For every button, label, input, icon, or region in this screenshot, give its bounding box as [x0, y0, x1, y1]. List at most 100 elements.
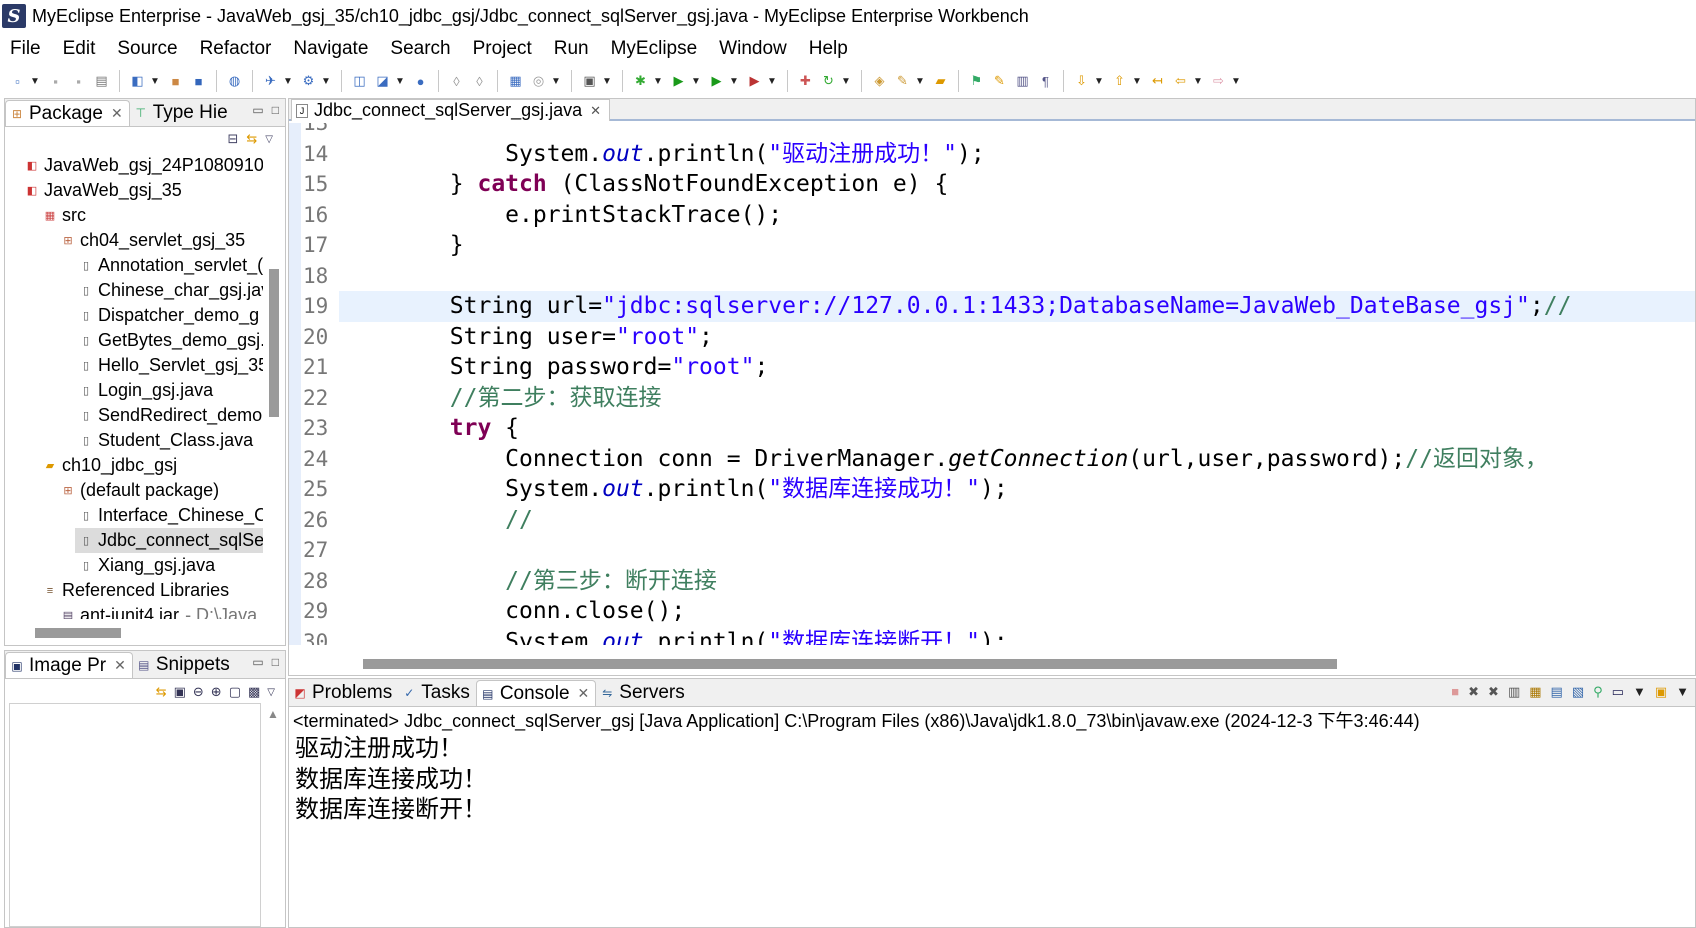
database-icon[interactable]: ◎	[529, 72, 548, 90]
block-selection-icon[interactable]: ▥	[1013, 72, 1032, 90]
tree-item[interactable]: ≡Referenced Libraries	[5, 578, 263, 603]
code-line[interactable]: System.out.println("数据库连接断开！");	[339, 627, 1695, 646]
display-console-icon[interactable]: ▭	[1612, 684, 1624, 700]
tree-item[interactable]: ▯Chinese_char_gsj.jav	[5, 278, 263, 303]
menu-refactor[interactable]: Refactor	[189, 38, 283, 60]
open-perspective-icon[interactable]: ◈	[870, 72, 889, 90]
code-line[interactable]: e.printStackTrace();	[339, 200, 1695, 231]
previous-annotation-icon[interactable]: ⇧	[1110, 72, 1129, 90]
code-area[interactable]: 131415161718192021222324252627282930 Cla…	[289, 123, 1695, 645]
terminate-icon[interactable]: ■	[1451, 684, 1459, 700]
open-folder-icon[interactable]: ▰	[931, 72, 950, 90]
chevron-down-icon[interactable]: ▼	[1633, 684, 1646, 700]
scroll-up-icon[interactable]: ▲	[267, 707, 279, 721]
view-menu-icon[interactable]: ▽	[265, 134, 273, 145]
xml-icon[interactable]: ◊	[447, 72, 466, 90]
forward-icon[interactable]: ⇨	[1209, 72, 1228, 90]
remove-launch-icon[interactable]: ✖	[1468, 684, 1479, 700]
code-line[interactable]: //第三步：断开连接	[339, 566, 1695, 597]
open-resource-icon[interactable]: ■	[189, 72, 208, 90]
chevron-down-icon[interactable]: ▼	[1231, 72, 1241, 90]
tree-item[interactable]: ▯Interface_Chinese_Cl	[5, 503, 263, 528]
next-annotation-icon[interactable]: ⇩	[1072, 72, 1091, 90]
mark-occurrences-icon[interactable]: ✎	[990, 72, 1009, 90]
close-icon[interactable]: ✕	[114, 657, 126, 674]
link-with-editor-icon[interactable]: ⇆	[246, 131, 257, 147]
search-tool-icon[interactable]: ✎	[893, 72, 912, 90]
open-console-icon[interactable]: ▣	[1655, 684, 1667, 700]
show-on-output-icon[interactable]: ▧	[1572, 684, 1584, 700]
run-icon[interactable]: ▶	[669, 72, 688, 90]
console-output[interactable]: 驱动注册成功！数据库连接成功！数据库连接断开！	[289, 733, 1695, 825]
globe-icon[interactable]: ●	[411, 72, 430, 90]
menu-search[interactable]: Search	[379, 38, 461, 60]
chevron-down-icon[interactable]: ▼	[283, 72, 293, 90]
run-config-icon[interactable]: ▶	[707, 72, 726, 90]
tree-item[interactable]: ▯Student_Class.java	[5, 428, 263, 453]
tab-servers[interactable]: ⇋Servers	[596, 680, 690, 706]
open-type-icon[interactable]: ■	[166, 72, 185, 90]
tree-item[interactable]: ◧JavaWeb_gsj_24P1080910	[5, 153, 263, 178]
image-icon[interactable]: ▣	[580, 72, 599, 90]
code-line[interactable]: try {	[339, 413, 1695, 444]
show-whitespace-icon[interactable]: ¶	[1036, 72, 1055, 90]
close-icon[interactable]: ✕	[111, 105, 123, 122]
uml-icon[interactable]: ▦	[506, 72, 525, 90]
code-text[interactable]: Class.forName(db_str);//通过字节码文件，直接加载类 Sy…	[339, 123, 1695, 645]
chevron-down-icon[interactable]: ▼	[1676, 684, 1689, 700]
chevron-down-icon[interactable]: ▼	[1193, 72, 1203, 90]
menu-file[interactable]: File	[0, 38, 52, 60]
tree-item[interactable]: ⊞(default package)	[5, 478, 263, 503]
code-line[interactable]: } catch (ClassNotFoundException e) {	[339, 169, 1695, 200]
back-icon[interactable]: ⇦	[1171, 72, 1190, 90]
scroll-lock-icon[interactable]: ▦	[1529, 684, 1541, 700]
print-icon[interactable]: ▤	[92, 72, 111, 90]
code-line[interactable]: System.out.println("数据库连接成功！");	[339, 474, 1695, 505]
save-icon[interactable]: ▪	[46, 72, 65, 90]
chevron-down-icon[interactable]: ▼	[1094, 72, 1104, 90]
menu-navigate[interactable]: Navigate	[282, 38, 379, 60]
external-tools-icon[interactable]: ▶	[745, 72, 764, 90]
refresh-icon[interactable]: ↻	[819, 72, 838, 90]
fit-window-icon[interactable]: ▩	[248, 684, 260, 700]
code-line[interactable]: String user="root";	[339, 322, 1695, 353]
tree-item[interactable]: ▤ant-junit4.jar- D:\Java	[5, 603, 263, 619]
schema-icon[interactable]: ◊	[470, 72, 489, 90]
debug-icon[interactable]: ✱	[631, 72, 650, 90]
chevron-down-icon[interactable]: ▼	[729, 72, 739, 90]
code-line[interactable]: //第二步：获取连接	[339, 383, 1695, 414]
tab-image-preview[interactable]: ▣ Image Pr ✕	[5, 652, 133, 678]
tab-snippets[interactable]: ▤ Snippets	[133, 652, 236, 678]
pin-console-icon[interactable]: ⚲	[1593, 684, 1603, 700]
zoom-out-icon[interactable]: ⊖	[193, 684, 204, 700]
menu-edit[interactable]: Edit	[52, 38, 107, 60]
chevron-down-icon[interactable]: ▼	[653, 72, 663, 90]
code-line[interactable]	[339, 535, 1695, 566]
new-wizard-icon[interactable]: ◧	[128, 72, 147, 90]
code-line[interactable]: //	[339, 505, 1695, 536]
deploy-icon[interactable]: ✈	[261, 72, 280, 90]
tree-horizontal-scrollbar[interactable]	[35, 628, 121, 638]
new-icon[interactable]: ▫	[8, 72, 27, 90]
maximize-icon[interactable]: □	[272, 655, 279, 669]
word-wrap-icon[interactable]: ▤	[1551, 684, 1563, 700]
code-line[interactable]: System.out.println("驱动注册成功！");	[339, 139, 1695, 170]
tree-item[interactable]: ▯Annotation_servlet_(	[5, 253, 263, 278]
code-line[interactable]: conn.close();	[339, 596, 1695, 627]
chevron-down-icon[interactable]: ▼	[841, 72, 851, 90]
tab-type-hierarchy[interactable]: ⊤ Type Hie	[130, 100, 234, 126]
server-icon[interactable]: ⚙	[299, 72, 318, 90]
menu-help[interactable]: Help	[798, 38, 859, 60]
clear-console-icon[interactable]: ▥	[1508, 684, 1520, 700]
close-icon[interactable]: ✕	[590, 103, 601, 119]
chevron-down-icon[interactable]: ▼	[551, 72, 561, 90]
maximize-icon[interactable]: □	[272, 103, 279, 117]
tab-console[interactable]: ▤Console✕	[476, 680, 596, 706]
toggle-breadcrumb-icon[interactable]: ⚑	[967, 72, 986, 90]
tree-item[interactable]: ▯Login_gsj.java	[5, 378, 263, 403]
tree-item[interactable]: ◧JavaWeb_gsj_35	[5, 178, 263, 203]
save-all-icon[interactable]: ▪	[69, 72, 88, 90]
tab-problems[interactable]: ◩Problems	[289, 680, 398, 706]
fit-image-icon[interactable]: ▣	[174, 684, 186, 700]
code-line[interactable]: String password="root";	[339, 352, 1695, 383]
